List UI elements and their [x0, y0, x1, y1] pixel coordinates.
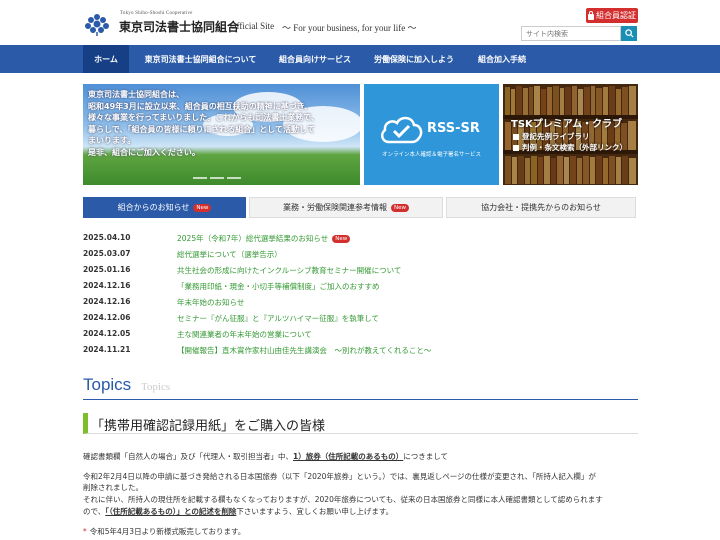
news-date: 2024.12.06 — [83, 313, 131, 322]
asterisk-icon: * — [83, 527, 87, 536]
emphasis-text: 1）旅券（住所記載のあるもの） — [293, 452, 404, 461]
tsk-item-label: 登記先例ライブラリ — [522, 132, 590, 141]
tsk-item-label: 判例・条文検索（外部リンク） — [522, 143, 627, 152]
text: 令和5年4月3日より新様式販売しております。 — [89, 527, 246, 536]
hero-line: 東京司法書士協同組合は、 — [88, 90, 184, 99]
article-paragraph: 削除されました。 — [83, 483, 143, 492]
text: 下さいますよう、宜しくお願い申し上げます。 — [236, 507, 394, 516]
news-date: 2024.12.05 — [83, 329, 131, 338]
member-login-button[interactable]: 組合員認証 — [586, 8, 638, 23]
tsk-premium-banner[interactable]: TSKプレミアム・クラブ 登記先例ライブラリ 判例・条文検索（外部リンク） — [503, 84, 638, 185]
news-link[interactable]: 2025年（令和7年）総代選挙結果のお知らせ New — [177, 233, 351, 244]
hero-line: 暮らしで、「組合員の皆様に頼りにされる組合」として活動して — [88, 124, 315, 134]
article-title: 「携帯用確認記録用紙」をご購入の皆様 — [91, 419, 326, 434]
news-date: 2024.12.16 — [83, 297, 131, 306]
tab-label: 組合からのお知らせ — [117, 203, 190, 212]
org-name[interactable]: 東京司法書士協同組合 — [119, 18, 239, 35]
tab-reference-info[interactable]: 業務・労働保険関連参考情報 New — [249, 197, 443, 218]
member-login-label: 組合員認証 — [596, 11, 636, 20]
text: ので、 — [83, 507, 106, 516]
emphasis-text: 「（住所記載あるもの）」との記述を削除 — [105, 507, 237, 516]
tsk-title: TSKプレミアム・クラブ — [511, 119, 623, 130]
article-paragraph: 令和2年2月4日以降の申請に基づき発給される日本国旅券（以下「2020年旅券」と… — [83, 472, 596, 481]
org-name-en: Tokyo Shiho-Shoshi Cooperative — [120, 11, 193, 16]
news-date: 2024.12.16 — [83, 281, 131, 290]
hero-line: 是非、組合にご加入ください。 — [88, 147, 200, 157]
news-title: 2025年（令和7年）総代選挙結果のお知らせ — [177, 234, 329, 243]
news-link[interactable]: 年末年始のお知らせ — [177, 297, 244, 308]
nav-labor-insurance[interactable]: 労働保険に加入しよう — [366, 45, 462, 73]
news-date: 2025.01.16 — [83, 265, 131, 274]
new-badge: New — [193, 203, 212, 212]
topics-heading-sub: Topics — [141, 381, 171, 393]
search-button[interactable] — [621, 26, 637, 41]
text: 確認書類欄「自然人の場合」及び「代理人・取引担当者」中、 — [83, 452, 293, 461]
lock-icon — [588, 10, 594, 20]
topics-heading: Topics — [83, 375, 132, 394]
news-link[interactable]: 主な関連業者の年末年始の営業について — [177, 329, 312, 340]
nav-home[interactable]: ホーム — [83, 45, 129, 73]
slider-dot[interactable] — [210, 177, 224, 179]
new-badge: New — [391, 203, 409, 212]
tsk-item-library[interactable]: 登記先例ライブラリ — [513, 131, 590, 142]
search-input[interactable] — [521, 26, 621, 41]
article-note: * 令和5年4月3日より新様式販売しております。 — [83, 526, 245, 537]
slider-dot[interactable] — [193, 177, 207, 179]
news-date: 2025.04.10 — [83, 233, 131, 242]
square-bullet-icon — [513, 133, 519, 140]
article-paragraph: それに伴い、所持人の現住所を記載する欄もなくなっておりますが、2020年旅券につ… — [83, 495, 603, 504]
article-paragraph: 確認書類欄「自然人の場合」及び「代理人・取引担当者」中、1）旅券（住所記載のある… — [83, 451, 448, 462]
slider-dot[interactable] — [227, 177, 241, 179]
tagline: 〜 For your business, for your life 〜 — [282, 23, 417, 33]
hero-slider[interactable]: 東京司法書士協同組合は、 昭和49年3月に設立以来、組合員の相互扶助の精神に基づ… — [83, 84, 360, 185]
tsk-item-case-search[interactable]: 判例・条文検索（外部リンク） — [513, 142, 627, 153]
nav-about[interactable]: 東京司法書士協同組合について — [136, 45, 265, 73]
new-badge: New — [332, 234, 351, 243]
news-link[interactable]: 共生社会の形成に向けたインクルーシブ教育セミナー開催について — [177, 265, 401, 276]
news-link[interactable]: 【開催報告】直木賞作家村山由佳先生講演会 〜別れが教えてくれること〜 — [177, 345, 431, 356]
tab-label: 業務・労働保険関連参考情報 — [283, 203, 387, 212]
main-nav: ホーム 東京司法書士協同組合について 組合員向けサービス 労働保険に加入しよう … — [0, 45, 720, 73]
article-paragraph: ので、「（住所記載あるもの）」との記述を削除下さいますよう、宜しくお願い申し上げ… — [83, 506, 393, 517]
tab-union-news[interactable]: 組合からのお知らせ New — [83, 197, 246, 218]
news-link[interactable]: 「業務用印紙・現金・小切手等補償制度」ご加入のおすすめ — [177, 281, 380, 292]
hero-line: 様々な事業を行ってまいりました。これからも司法書士業務で、 — [88, 113, 319, 123]
search-icon — [624, 29, 634, 38]
news-date: 2024.11.21 — [83, 345, 131, 354]
divider — [83, 399, 638, 400]
hero-text: 東京司法書士協同組合は、 昭和49年3月に設立以来、組合員の相互扶助の精神に基づ… — [88, 89, 319, 159]
news-link[interactable]: セミナー『がん征服』と『アルツハイマー征服』を執筆して — [177, 313, 379, 324]
tab-label: 協力会社・提携先からのお知らせ — [481, 203, 601, 212]
site-header: Tokyo Shiho-Shoshi Cooperative 東京司法書士協同組… — [0, 0, 720, 44]
rss-sr-subtitle: オンライン本人確認＆電子署名サービス — [381, 152, 481, 158]
tab-partner-news[interactable]: 協力会社・提携先からのお知らせ — [446, 197, 636, 218]
rss-sr-banner[interactable]: RSS-SR オンライン本人確認＆電子署名サービス — [364, 84, 499, 185]
nav-join[interactable]: 組合加入手続 — [470, 45, 534, 73]
official-site-label: Official Site — [230, 21, 275, 31]
cloud-check-icon — [380, 116, 423, 144]
text: につきまして — [403, 452, 448, 461]
nav-member-services[interactable]: 組合員向けサービス — [272, 45, 358, 73]
news-date: 2025.03.07 — [83, 249, 131, 258]
logo-icon[interactable] — [84, 12, 110, 36]
square-bullet-icon — [513, 144, 519, 151]
rss-sr-title: RSS-SR — [427, 121, 480, 136]
hero-line: まいります。 — [88, 136, 136, 146]
hero-line: 昭和49年3月に設立以来、組合員の相互扶助の精神に基づき、 — [88, 101, 313, 111]
slider-dots — [193, 177, 241, 179]
news-link[interactable]: 総代選挙について（選挙告示） — [177, 249, 282, 260]
